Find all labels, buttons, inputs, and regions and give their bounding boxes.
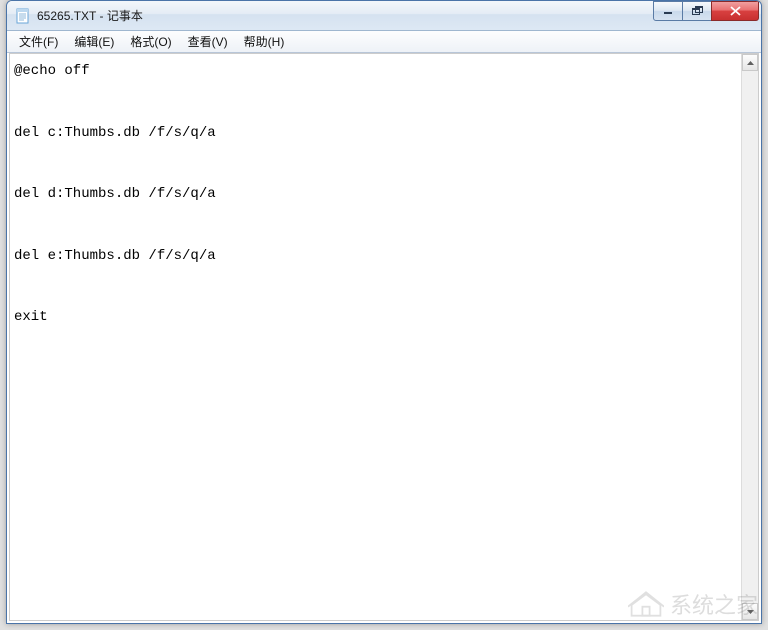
scroll-up-button[interactable] xyxy=(742,54,758,71)
text-editor[interactable]: @echo off del c:Thumbs.db /f/s/q/a del d… xyxy=(10,54,741,620)
menu-view[interactable]: 查看(V) xyxy=(180,31,236,52)
menu-edit[interactable]: 编辑(E) xyxy=(66,31,122,52)
scroll-down-button[interactable] xyxy=(742,603,758,620)
minimize-button[interactable] xyxy=(653,1,683,21)
window-title: 65265.TXT - 记事本 xyxy=(37,7,654,24)
menu-format[interactable]: 格式(O) xyxy=(122,31,179,52)
client-area: @echo off del c:Thumbs.db /f/s/q/a del d… xyxy=(9,53,759,621)
maximize-button[interactable] xyxy=(682,1,712,21)
scroll-track[interactable] xyxy=(742,71,758,603)
window-controls xyxy=(654,1,759,21)
vertical-scrollbar[interactable] xyxy=(741,54,758,620)
menubar: 文件(F) 编辑(E) 格式(O) 查看(V) 帮助(H) xyxy=(7,31,761,53)
close-button[interactable] xyxy=(711,1,759,21)
menu-file[interactable]: 文件(F) xyxy=(11,31,66,52)
notepad-window: 65265.TXT - 记事本 文件(F) 编辑(E) 格 xyxy=(6,0,762,624)
notepad-icon xyxy=(15,8,31,24)
titlebar[interactable]: 65265.TXT - 记事本 xyxy=(7,1,761,31)
menu-help[interactable]: 帮助(H) xyxy=(236,31,293,52)
